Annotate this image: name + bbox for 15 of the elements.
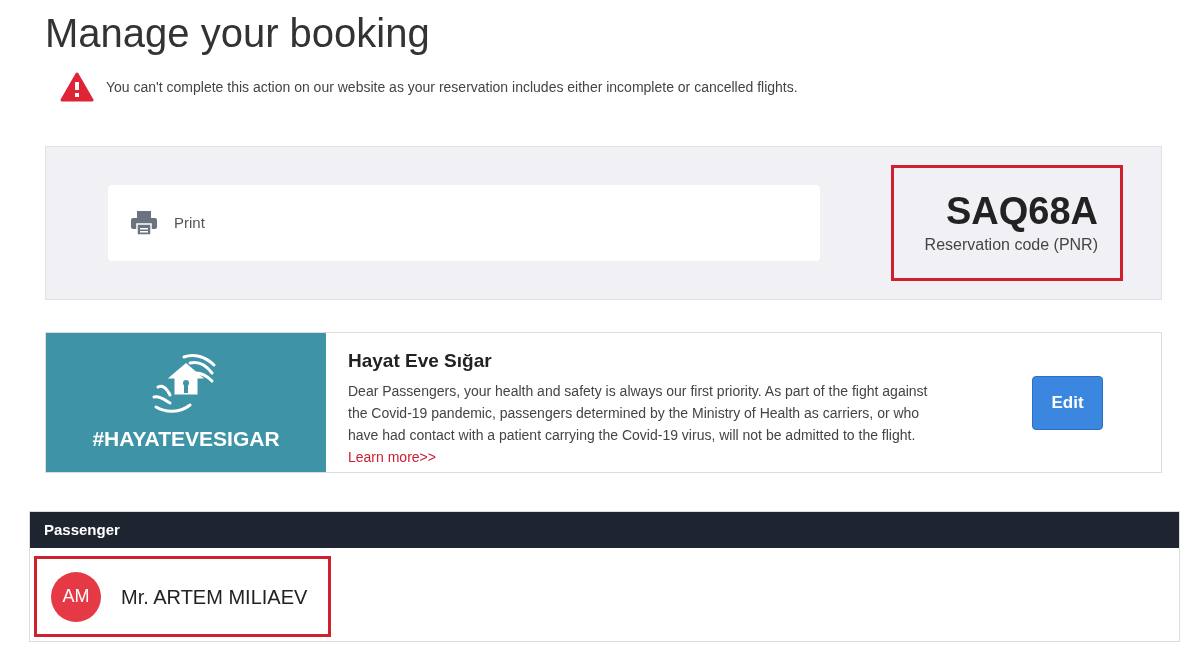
alert-message: You can't complete this action on our website as your reservation includes either incomplete or cancelled flights. xyxy=(106,77,798,97)
reservation-code-label: Reservation code (PNR) xyxy=(924,235,1098,255)
printer-icon xyxy=(130,210,158,236)
warning-icon xyxy=(60,72,94,102)
learn-more-link[interactable]: Learn more>> xyxy=(348,448,436,465)
notice-title: Hayat Eve Sığar xyxy=(348,349,493,373)
section-heading: Passenger xyxy=(44,519,120,540)
banner-hashtag: #HAYATEVESIGAR xyxy=(92,425,280,452)
page-title: Manage your booking xyxy=(45,10,431,57)
print-button[interactable]: Print xyxy=(130,210,205,236)
notice-text: Dear Passengers, your health and safety is always our first priority. As part of the fight against the Covid-19 pandemic, passengers determined by the Ministry of Health as carriers, or who have had contact with a patient carrying the Covid-19 virus, will not be admitted to the flight. Learn more>> xyxy=(348,381,928,467)
passenger-name: Mr. ARTEM MILIAEV xyxy=(121,584,308,610)
reservation-code: SAQ68A xyxy=(945,189,1098,233)
avatar-initials: AM xyxy=(51,571,101,622)
edit-button[interactable]: Edit xyxy=(1032,375,1103,430)
